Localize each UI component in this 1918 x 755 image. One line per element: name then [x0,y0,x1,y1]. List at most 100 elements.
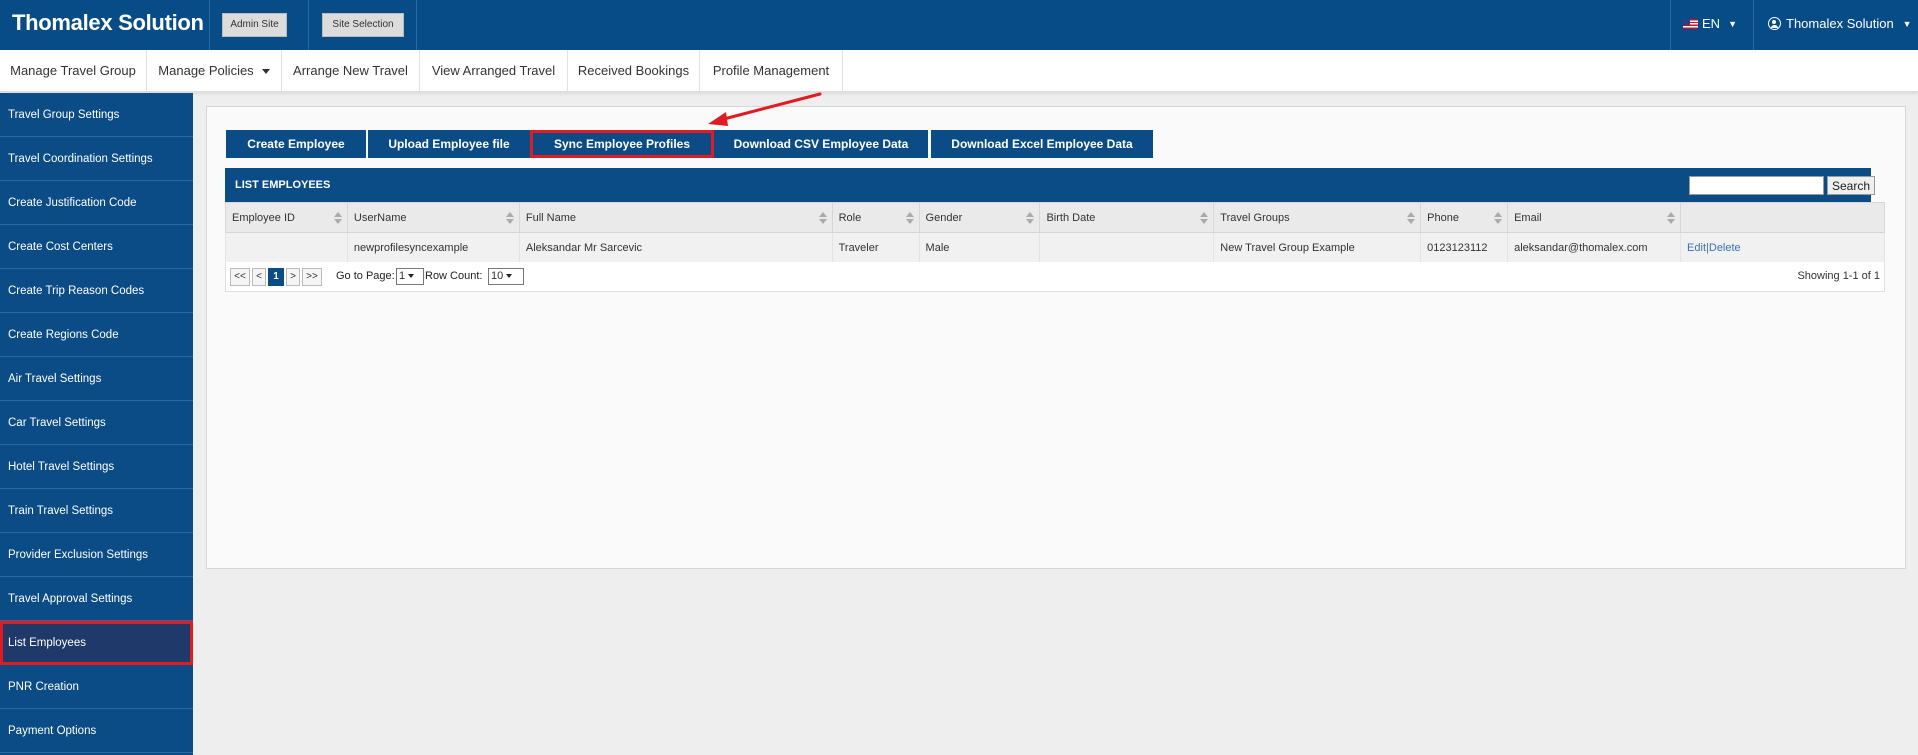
table-row: newprofilesyncexample Aleksandar Mr Sarc… [225,232,1885,263]
sidebar-item-create-trip-reason-codes[interactable]: Create Trip Reason Codes [0,269,193,313]
download-csv-button[interactable]: Download CSV Employee Data [714,130,928,158]
create-employee-button[interactable]: Create Employee [226,130,366,158]
user-name: Thomalex Solution [1786,16,1894,31]
cell-role: Traveler [831,232,920,263]
nav-profile-management[interactable]: Profile Management [700,50,843,92]
sidebar: Travel Group Settings Travel Coordinatio… [0,93,193,755]
column-header-role[interactable]: Role [831,202,920,233]
main-nav: Manage Travel Group Manage Policies Arra… [0,50,1918,92]
site-selection-button[interactable]: Site Selection [322,13,404,37]
header-divider [1670,0,1671,50]
search-button[interactable]: Search [1827,176,1875,195]
download-excel-button[interactable]: Download Excel Employee Data [931,130,1153,158]
cell-employee-id [225,232,348,263]
list-header-bar: LIST EMPLOYEES Search [225,168,1875,202]
current-page-button[interactable]: 1 [268,268,284,286]
edit-link[interactable]: Edit [1687,242,1706,254]
column-header-phone[interactable]: Phone [1420,202,1509,233]
sidebar-item-list-employees[interactable]: List Employees [0,621,193,665]
caret-down-icon [261,69,270,75]
column-header-gender[interactable]: Gender [918,202,1041,233]
cell-full-name: Aleksandar Mr Sarcevic [518,232,833,263]
column-header-employee-id[interactable]: Employee ID [225,202,348,233]
row-count-select[interactable]: 10 [488,268,524,285]
column-header-username[interactable]: UserName [346,202,520,233]
column-header-actions [1680,202,1885,233]
list-title: LIST EMPLOYEES [235,179,331,191]
header-divider [416,0,417,50]
table-header-row: Employee ID UserName Full Name Role Gend… [225,202,1885,233]
sidebar-item-hotel-travel-settings[interactable]: Hotel Travel Settings [0,445,193,489]
brand-logo-text[interactable]: Thomalex Solution [12,10,204,36]
sort-icon [905,212,914,224]
search-input[interactable] [1689,176,1824,195]
nav-manage-policies[interactable]: Manage Policies [147,50,282,92]
sidebar-item-air-travel-settings[interactable]: Air Travel Settings [0,357,193,401]
select-value: 10 [491,270,504,282]
sort-icon [818,212,827,224]
upload-employee-file-button[interactable]: Upload Employee file [368,130,530,158]
sort-icon [1494,212,1503,224]
select-value: 1 [399,270,406,282]
cell-email: aleksandar@thomalex.com [1507,232,1682,263]
column-label: Birth Date [1046,211,1096,224]
column-label: Employee ID [232,211,295,224]
cell-gender: Male [918,232,1041,263]
cell-birth-date [1039,232,1215,263]
chevron-down-icon: ▼ [1902,18,1912,29]
column-header-full-name[interactable]: Full Name [518,202,833,233]
chevron-down-icon: ▼ [1728,18,1737,29]
cell-travel-groups: New Travel Group Example [1213,232,1422,263]
sidebar-item-travel-approval-settings[interactable]: Travel Approval Settings [0,577,193,621]
sort-icon [1667,212,1676,224]
nav-view-arranged-travel[interactable]: View Arranged Travel [420,50,568,92]
next-page-button[interactable]: > [286,268,300,286]
sidebar-item-payment-options[interactable]: Payment Options [0,709,193,753]
go-to-page-label: Go to Page: [336,270,395,282]
column-label: Full Name [525,211,576,224]
chevron-down-icon [506,274,513,279]
language-label: EN [1702,16,1721,31]
admin-site-button[interactable]: Admin Site [222,13,287,37]
user-icon [1768,17,1781,30]
delete-link[interactable]: Delete [1709,242,1741,254]
user-menu[interactable]: Thomalex Solution ▼ [1768,16,1912,31]
go-to-page-select[interactable]: 1 [396,268,424,285]
sync-employee-profiles-button[interactable]: Sync Employee Profiles [530,130,714,158]
nav-arrange-new-travel[interactable]: Arrange New Travel [282,50,420,92]
sidebar-item-provider-exclusion-settings[interactable]: Provider Exclusion Settings [0,533,193,577]
column-label: Travel Groups [1220,211,1290,224]
last-page-button[interactable]: >> [302,268,322,286]
chevron-down-icon [408,274,415,279]
first-page-button[interactable]: << [230,268,250,286]
column-label: Email [1514,211,1542,224]
sidebar-item-pnr-creation[interactable]: PNR Creation [0,665,193,709]
header-divider [209,0,210,50]
us-flag-icon [1683,18,1698,29]
employees-table: Employee ID UserName Full Name Role Gend… [225,202,1885,263]
sidebar-item-travel-group-settings[interactable]: Travel Group Settings [0,93,193,137]
column-header-birth-date[interactable]: Birth Date [1039,202,1215,233]
prev-page-button[interactable]: < [252,268,266,286]
sidebar-item-create-justification-code[interactable]: Create Justification Code [0,181,193,225]
header-divider [1753,0,1754,50]
column-label: Role [838,211,862,224]
nav-label: Manage Policies [158,63,254,78]
nav-received-bookings[interactable]: Received Bookings [568,50,700,92]
sidebar-item-create-cost-centers[interactable]: Create Cost Centers [0,225,193,269]
sidebar-item-car-travel-settings[interactable]: Car Travel Settings [0,401,193,445]
sort-icon [1200,212,1209,224]
column-label: Phone [1427,211,1459,224]
nav-manage-travel-group[interactable]: Manage Travel Group [0,50,147,92]
sort-icon [1026,212,1035,224]
language-selector[interactable]: EN ▼ [1683,16,1737,31]
column-header-email[interactable]: Email [1507,202,1682,233]
row-count-label: Row Count: [425,270,483,282]
sidebar-item-travel-coordination-settings[interactable]: Travel Coordination Settings [0,137,193,181]
cell-phone: 0123123112 [1420,232,1509,263]
column-header-travel-groups[interactable]: Travel Groups [1213,202,1422,233]
sidebar-item-create-regions-code[interactable]: Create Regions Code [0,313,193,357]
sidebar-item-train-travel-settings[interactable]: Train Travel Settings [0,489,193,533]
sort-icon [505,212,514,224]
header-divider [308,0,309,50]
